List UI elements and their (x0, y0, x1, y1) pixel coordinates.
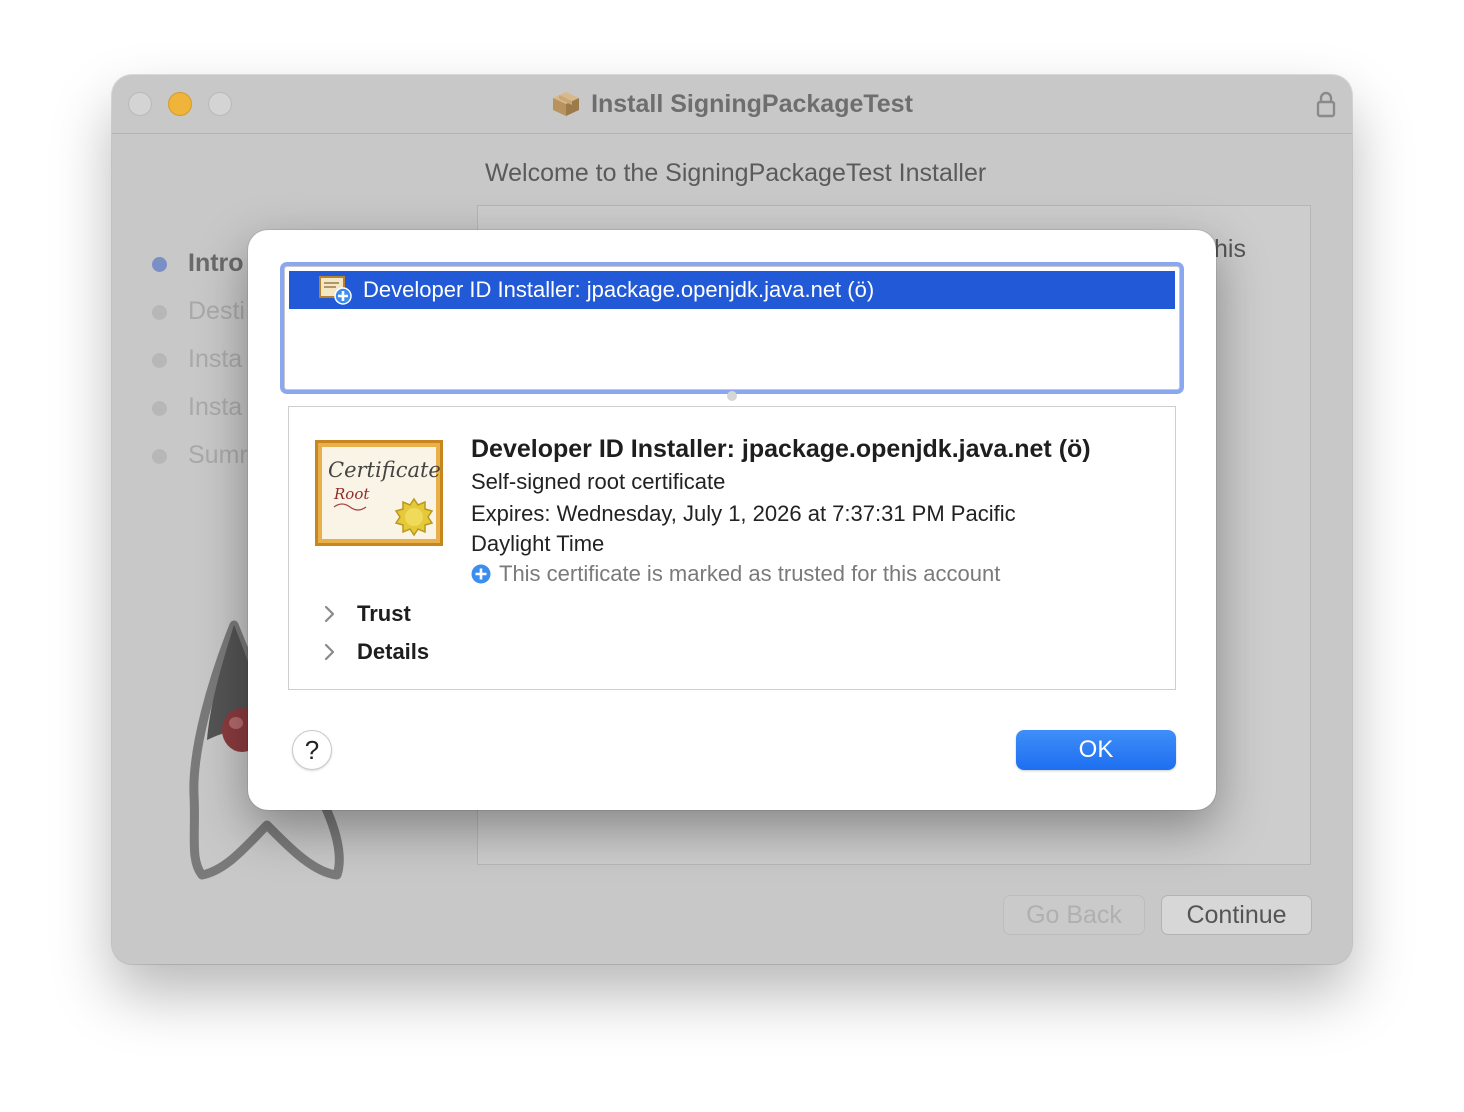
chevron-right-icon[interactable] (319, 642, 339, 662)
certificate-detail: Certificate Root Developer ID Installer:… (288, 406, 1176, 690)
title-bar: Install SigningPackageTest (112, 75, 1352, 134)
lock-icon[interactable] (1316, 90, 1336, 118)
trust-disclosure[interactable]: Trust (319, 601, 411, 627)
certificate-list-row[interactable]: Developer ID Installer: jpackage.openjdk… (289, 271, 1175, 309)
certificate-kind: Self-signed root certificate (471, 469, 726, 494)
certificate-title: Developer ID Installer: jpackage.openjdk… (471, 435, 1091, 463)
step-label: Insta (188, 345, 243, 373)
window-title: Install SigningPackageTest (591, 89, 913, 118)
step-label: Intro (188, 249, 244, 277)
step-label: Desti (188, 297, 245, 325)
go-back-button[interactable]: Go Back (1003, 895, 1145, 935)
ok-button[interactable]: OK (1016, 730, 1176, 770)
panel-text-fragment: his (1214, 235, 1246, 263)
step-label: Sumr (188, 441, 248, 469)
step-bullet (152, 257, 167, 272)
split-view-handle[interactable] (727, 391, 737, 401)
trusted-plus-icon (471, 564, 491, 584)
certificate-icon: Certificate Root (315, 440, 443, 546)
step-bullet (152, 401, 167, 416)
chevron-right-icon[interactable] (319, 604, 339, 624)
step-bullet (152, 353, 167, 368)
continue-button[interactable]: Continue (1161, 895, 1312, 935)
package-icon (553, 92, 580, 116)
certificate-icon-subtitle: Root (333, 485, 370, 503)
step-bullet (152, 305, 167, 320)
certificate-expiry-continued: Daylight Time (471, 531, 605, 556)
certificate-list[interactable]: Developer ID Installer: jpackage.openjdk… (284, 266, 1180, 390)
details-disclosure[interactable]: Details (319, 639, 429, 665)
certificate-expiry: Expires: Wednesday, July 1, 2026 at 7:37… (471, 501, 1016, 526)
certificate-list-label: Developer ID Installer: jpackage.openjdk… (363, 277, 875, 302)
certificate-icon (319, 275, 353, 305)
trust-section-label[interactable]: Trust (357, 601, 411, 627)
certificate-sheet: Developer ID Installer: jpackage.openjdk… (248, 230, 1216, 810)
installer-heading: Welcome to the SigningPackageTest Instal… (485, 159, 987, 187)
step-bullet (152, 449, 167, 464)
details-section-label[interactable]: Details (357, 639, 429, 665)
help-button[interactable]: ? (292, 730, 332, 770)
step-label: Insta (188, 393, 243, 421)
certificate-icon-title: Certificate (328, 458, 441, 482)
trust-status: This certificate is marked as trusted fo… (471, 561, 1000, 587)
trust-status-text: This certificate is marked as trusted fo… (499, 561, 1001, 586)
